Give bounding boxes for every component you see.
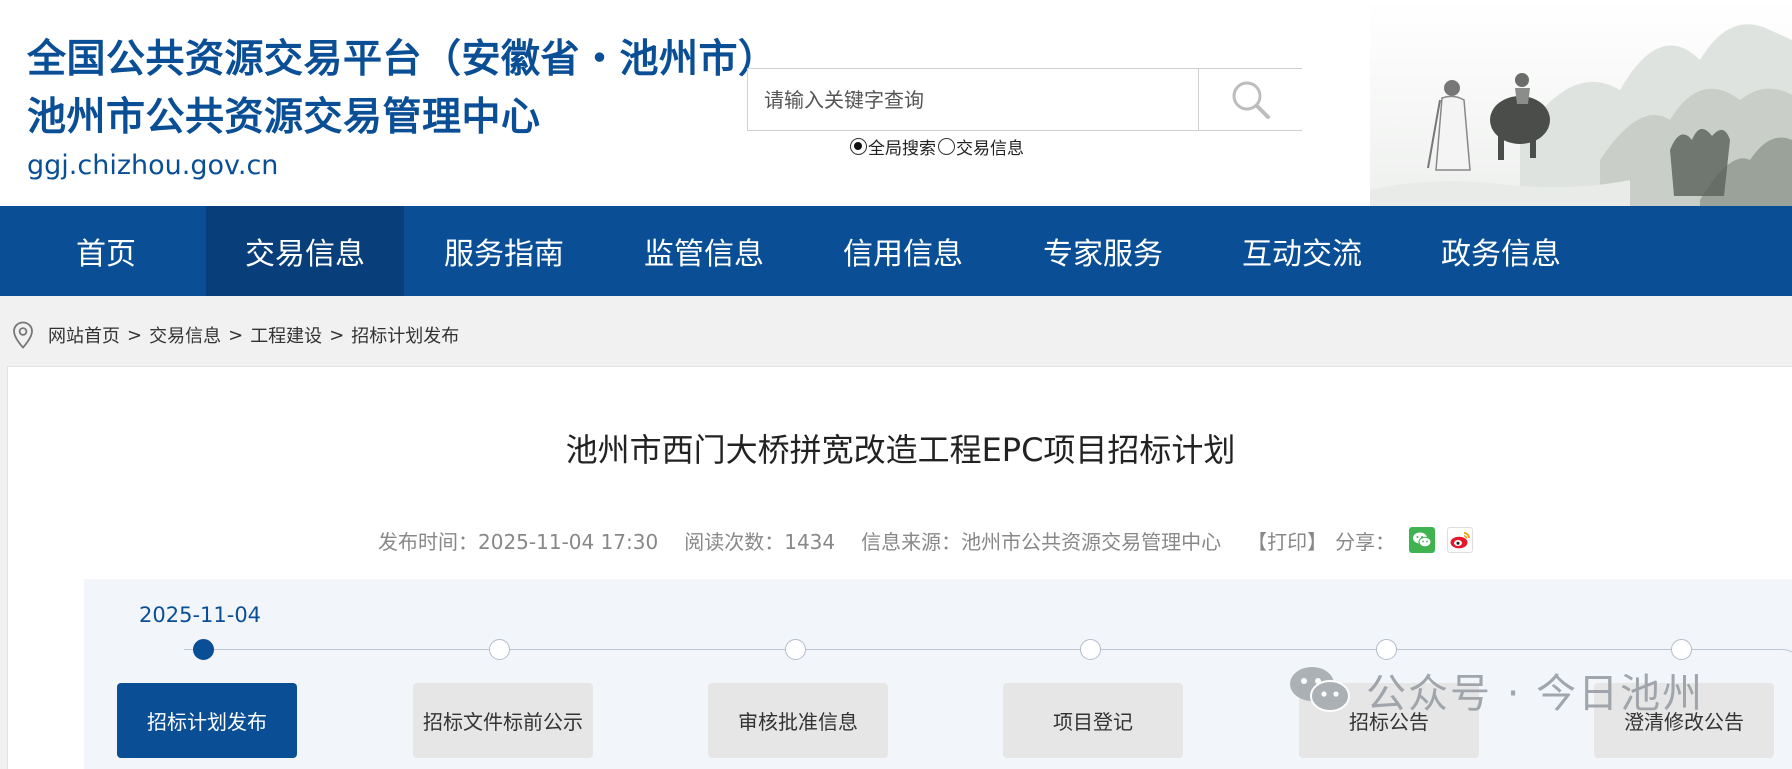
read-count: 阅读次数：1434: [684, 529, 836, 554]
wechat-icon: [1288, 664, 1352, 716]
breadcrumb-engineering[interactable]: 工程建设: [250, 322, 322, 348]
search-scope: 全局搜索 交易信息: [850, 134, 1026, 159]
site-domain: ggj.chizhou.gov.cn: [27, 150, 279, 181]
site-title-center: 池州市公共资源交易管理中心: [27, 95, 541, 140]
breadcrumb-home[interactable]: 网站首页: [48, 322, 120, 348]
breadcrumb-trade-info[interactable]: 交易信息: [149, 322, 221, 348]
search-box: [747, 68, 1302, 131]
breadcrumb-separator: >: [329, 324, 345, 346]
publish-time: 发布时间：2025-11-04 17:30: [378, 529, 659, 554]
radio-trade-info-label: 交易信息: [956, 138, 1024, 159]
share-label: 分享：: [1335, 529, 1396, 554]
nav-interaction[interactable]: 互动交流: [1203, 206, 1401, 296]
step-tender-doc-publicity[interactable]: 招标文件标前公示: [413, 683, 593, 758]
info-source: 信息来源：池州市公共资源交易管理中心: [861, 529, 1222, 554]
location-pin-icon: [12, 321, 34, 349]
search-button[interactable]: [1198, 69, 1302, 130]
timeline-dot: [785, 639, 806, 660]
nav-service-guide[interactable]: 服务指南: [405, 206, 603, 296]
breadcrumb: 网站首页 > 交易信息 > 工程建设 > 招标计划发布: [0, 318, 459, 352]
timeline-dot: [489, 639, 510, 660]
radio-global-search[interactable]: [850, 137, 867, 155]
timeline-date: 2025-11-04: [139, 603, 262, 627]
breadcrumb-current[interactable]: 招标计划发布: [351, 322, 459, 348]
article-title: 池州市西门大桥拼宽改造工程EPC项目招标计划: [565, 431, 1236, 469]
watermark: 公众号 · 今日池州: [1288, 660, 1704, 720]
breadcrumb-separator: >: [127, 324, 143, 346]
timeline-dot: [1671, 639, 1692, 660]
wechat-icon[interactable]: [1409, 527, 1436, 553]
breadcrumb-separator: >: [228, 324, 244, 346]
timeline-dot: [193, 639, 214, 660]
nav-supervision-info[interactable]: 监管信息: [605, 206, 803, 296]
nav-trade-info[interactable]: 交易信息: [206, 206, 404, 296]
main-nav: 首页 交易信息 服务指南 监管信息 信用信息 专家服务 互动交流 政务信息: [0, 206, 1792, 296]
site-header: 全国公共资源交易平台（安徽省・池州市） 池州市公共资源交易管理中心 ggj.ch…: [0, 0, 1792, 206]
radio-global-search-label: 全局搜索: [868, 138, 936, 159]
site-title-national: 全国公共资源交易平台（安徽省・池州市）: [27, 37, 778, 82]
step-project-registration[interactable]: 项目登记: [1003, 683, 1183, 758]
landscape-illustration: [1370, 0, 1792, 206]
search-icon: [1232, 81, 1270, 119]
step-tender-plan[interactable]: 招标计划发布: [117, 683, 297, 758]
article-meta: 发布时间：2025-11-04 17:30 阅读次数：1434 信息来源：池州市…: [378, 525, 1485, 555]
weibo-icon[interactable]: [1447, 527, 1474, 553]
radio-trade-info[interactable]: [938, 137, 955, 155]
timeline-dot: [1376, 639, 1397, 660]
timeline-line: [184, 649, 1524, 650]
search-input[interactable]: [748, 69, 1198, 130]
print-link[interactable]: 【打印】: [1247, 526, 1327, 555]
timeline-dot: [1080, 639, 1101, 660]
step-approval-info[interactable]: 审核批准信息: [708, 683, 888, 758]
watermark-text: 公众号 · 今日池州: [1366, 671, 1705, 717]
nav-expert-service[interactable]: 专家服务: [1004, 206, 1202, 296]
nav-government-info[interactable]: 政务信息: [1402, 206, 1600, 296]
nav-home[interactable]: 首页: [7, 206, 205, 296]
nav-credit-info[interactable]: 信用信息: [804, 206, 1002, 296]
